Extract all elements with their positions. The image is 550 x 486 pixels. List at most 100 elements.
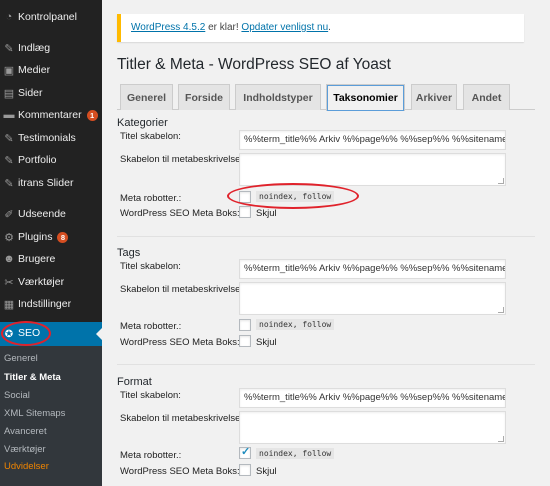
submenu-item-social[interactable]: Social bbox=[4, 390, 30, 401]
tools-icon: ✂ bbox=[4, 276, 14, 289]
resize-grip[interactable] bbox=[498, 178, 504, 184]
annotation-ellipse-noindex bbox=[227, 183, 359, 209]
title-template-label: Titel skabelon: bbox=[120, 261, 181, 272]
settings-icon: ▦ bbox=[3, 298, 15, 311]
format-noindex-checkbox[interactable]: ✓ bbox=[239, 446, 251, 459]
meta-template-label: Skabelon til metabeskrivelse: bbox=[120, 284, 244, 295]
tags-title-input[interactable]: %%term_title%% Arkiv %%page%% %%sep%% %%… bbox=[239, 259, 506, 279]
kategorier-title-input[interactable]: %%term_title%% Arkiv %%page%% %%sep%% %%… bbox=[239, 130, 506, 150]
menu-label: Indlæg bbox=[18, 42, 51, 54]
notice-end: . bbox=[328, 22, 331, 33]
annotation-ellipse-seo bbox=[1, 321, 51, 346]
meta-box-label: WordPress SEO Meta Boks: bbox=[120, 208, 240, 219]
title-template-label: Titel skabelon: bbox=[120, 131, 181, 142]
current-menu-arrow bbox=[96, 328, 102, 340]
menu-label: Portfolio bbox=[18, 154, 57, 166]
media-icon: ▣ bbox=[3, 64, 15, 77]
menu-label: Medier bbox=[18, 64, 51, 76]
tags-hide-checkbox[interactable] bbox=[239, 335, 251, 347]
testimonials-icon: ✎ bbox=[4, 132, 14, 145]
format-hide-checkbox[interactable] bbox=[239, 464, 251, 476]
submenu-item-avanceret[interactable]: Avanceret bbox=[4, 426, 47, 437]
tab-arkiver[interactable]: Arkiver bbox=[411, 84, 457, 110]
menu-label: Kommentarer bbox=[18, 109, 82, 121]
menu-item-tools[interactable]: ✂ Værktøjer bbox=[0, 272, 102, 292]
version-link[interactable]: WordPress 4.5.2 bbox=[131, 22, 205, 33]
menu-label: Testimonials bbox=[18, 132, 76, 144]
dashboard-icon: ◔ bbox=[5, 11, 13, 23]
plugins-icon: ⚙ bbox=[4, 231, 14, 244]
hide-label: Skjul bbox=[256, 466, 277, 477]
submenu-item-vaerktojer[interactable]: Værktøjer bbox=[4, 444, 46, 455]
page-title: Titler & Meta - WordPress SEO af Yoast bbox=[117, 56, 391, 73]
menu-item-settings[interactable]: ▦ Indstillinger bbox=[0, 294, 102, 314]
submenu-item-titler-meta[interactable]: Titler & Meta bbox=[4, 372, 61, 383]
admin-sidebar: ◔ Kontrolpanel ✎ Indlæg ▣ Medier ▤ Sider… bbox=[0, 0, 102, 486]
tab-andet[interactable]: Andet bbox=[463, 84, 510, 110]
menu-item-appearance[interactable]: ✐ Udseende bbox=[0, 204, 102, 224]
format-meta-textarea[interactable] bbox=[239, 411, 506, 444]
menu-label: Brugere bbox=[18, 253, 56, 265]
menu-item-pages[interactable]: ▤ Sider bbox=[0, 83, 102, 103]
menu-label: Plugins bbox=[18, 231, 53, 243]
menu-item-plugins[interactable]: ⚙ Plugins 8 bbox=[0, 227, 102, 247]
submenu-item-udvidelser[interactable]: Udvidelser bbox=[4, 461, 49, 472]
users-icon: ☻ bbox=[3, 253, 15, 265]
menu-label: itrans Slider bbox=[18, 177, 74, 189]
notice-text: er klar! bbox=[205, 22, 242, 33]
meta-template-label: Skabelon til metabeskrivelse: bbox=[120, 154, 244, 165]
tab-forside[interactable]: Forside bbox=[178, 84, 230, 110]
menu-item-portfolio[interactable]: ✎ Portfolio bbox=[0, 150, 102, 170]
meta-box-label: WordPress SEO Meta Boks: bbox=[120, 337, 240, 348]
seo-submenu: Generel Titler & Meta Social XML Sitemap… bbox=[0, 346, 102, 486]
menu-item-itrans-slider[interactable]: ✎ itrans Slider bbox=[0, 173, 102, 193]
noindex-code: noindex, follow bbox=[256, 448, 335, 459]
menu-item-posts[interactable]: ✎ Indlæg bbox=[0, 38, 102, 58]
tags-noindex-checkbox[interactable] bbox=[239, 319, 251, 331]
menu-item-comments[interactable]: ▬ Kommentarer 1 bbox=[0, 105, 102, 125]
menu-item-users[interactable]: ☻ Brugere bbox=[0, 249, 102, 269]
noindex-code: noindex, follow bbox=[256, 319, 335, 330]
format-title-input[interactable]: %%term_title%% Arkiv %%page%% %%sep%% %%… bbox=[239, 388, 506, 408]
update-notice: WordPress 4.5.2 er klar! Opdater venligs… bbox=[117, 14, 524, 42]
meta-robots-label: Meta robotter.: bbox=[120, 193, 182, 204]
section-divider bbox=[117, 236, 535, 237]
portfolio-icon: ✎ bbox=[4, 154, 14, 167]
kategorier-meta-textarea[interactable] bbox=[239, 153, 506, 186]
section-title-kategorier: Kategorier bbox=[117, 117, 168, 129]
meta-box-label: WordPress SEO Meta Boks: bbox=[120, 466, 240, 477]
resize-grip[interactable] bbox=[498, 436, 504, 442]
update-now-link[interactable]: Opdater venligst nu bbox=[241, 22, 328, 33]
menu-item-dashboard[interactable]: ◔ Kontrolpanel bbox=[0, 7, 102, 27]
menu-label: Værktøjer bbox=[18, 276, 65, 288]
kategorier-hide-checkbox[interactable] bbox=[239, 206, 251, 218]
hide-label: Skjul bbox=[256, 337, 277, 348]
section-title-tags: Tags bbox=[117, 247, 141, 259]
appearance-icon: ✐ bbox=[4, 208, 14, 221]
tab-taksonomier[interactable]: Taksonomier bbox=[326, 84, 405, 111]
menu-item-testimonials[interactable]: ✎ Testimonials bbox=[0, 128, 102, 148]
meta-template-label: Skabelon til metabeskrivelse: bbox=[120, 413, 244, 424]
plugins-count-badge: 8 bbox=[57, 231, 69, 243]
slider-icon: ✎ bbox=[4, 177, 14, 190]
section-divider bbox=[117, 364, 535, 365]
menu-label: Sider bbox=[18, 87, 43, 99]
meta-robots-label: Meta robotter.: bbox=[120, 450, 182, 461]
hide-label: Skjul bbox=[256, 208, 277, 219]
tab-indholdstyper[interactable]: Indholdstyper bbox=[235, 84, 321, 110]
meta-robots-label: Meta robotter.: bbox=[120, 321, 182, 332]
submenu-item-generel[interactable]: Generel bbox=[4, 353, 38, 364]
submenu-item-xml-sitemaps[interactable]: XML Sitemaps bbox=[4, 408, 65, 419]
menu-label: Kontrolpanel bbox=[18, 11, 77, 23]
menu-item-media[interactable]: ▣ Medier bbox=[0, 60, 102, 80]
menu-label: Indstillinger bbox=[18, 298, 72, 310]
comments-count-badge: 1 bbox=[86, 109, 98, 121]
title-template-label: Titel skabelon: bbox=[120, 390, 181, 401]
resize-grip[interactable] bbox=[498, 307, 504, 313]
checkmark-icon: ✓ bbox=[241, 446, 251, 458]
tab-generel[interactable]: Generel bbox=[120, 84, 173, 110]
comments-icon: ▬ bbox=[3, 109, 15, 121]
pages-icon: ▤ bbox=[3, 87, 15, 100]
tags-meta-textarea[interactable] bbox=[239, 282, 506, 315]
pin-icon: ✎ bbox=[4, 42, 14, 55]
